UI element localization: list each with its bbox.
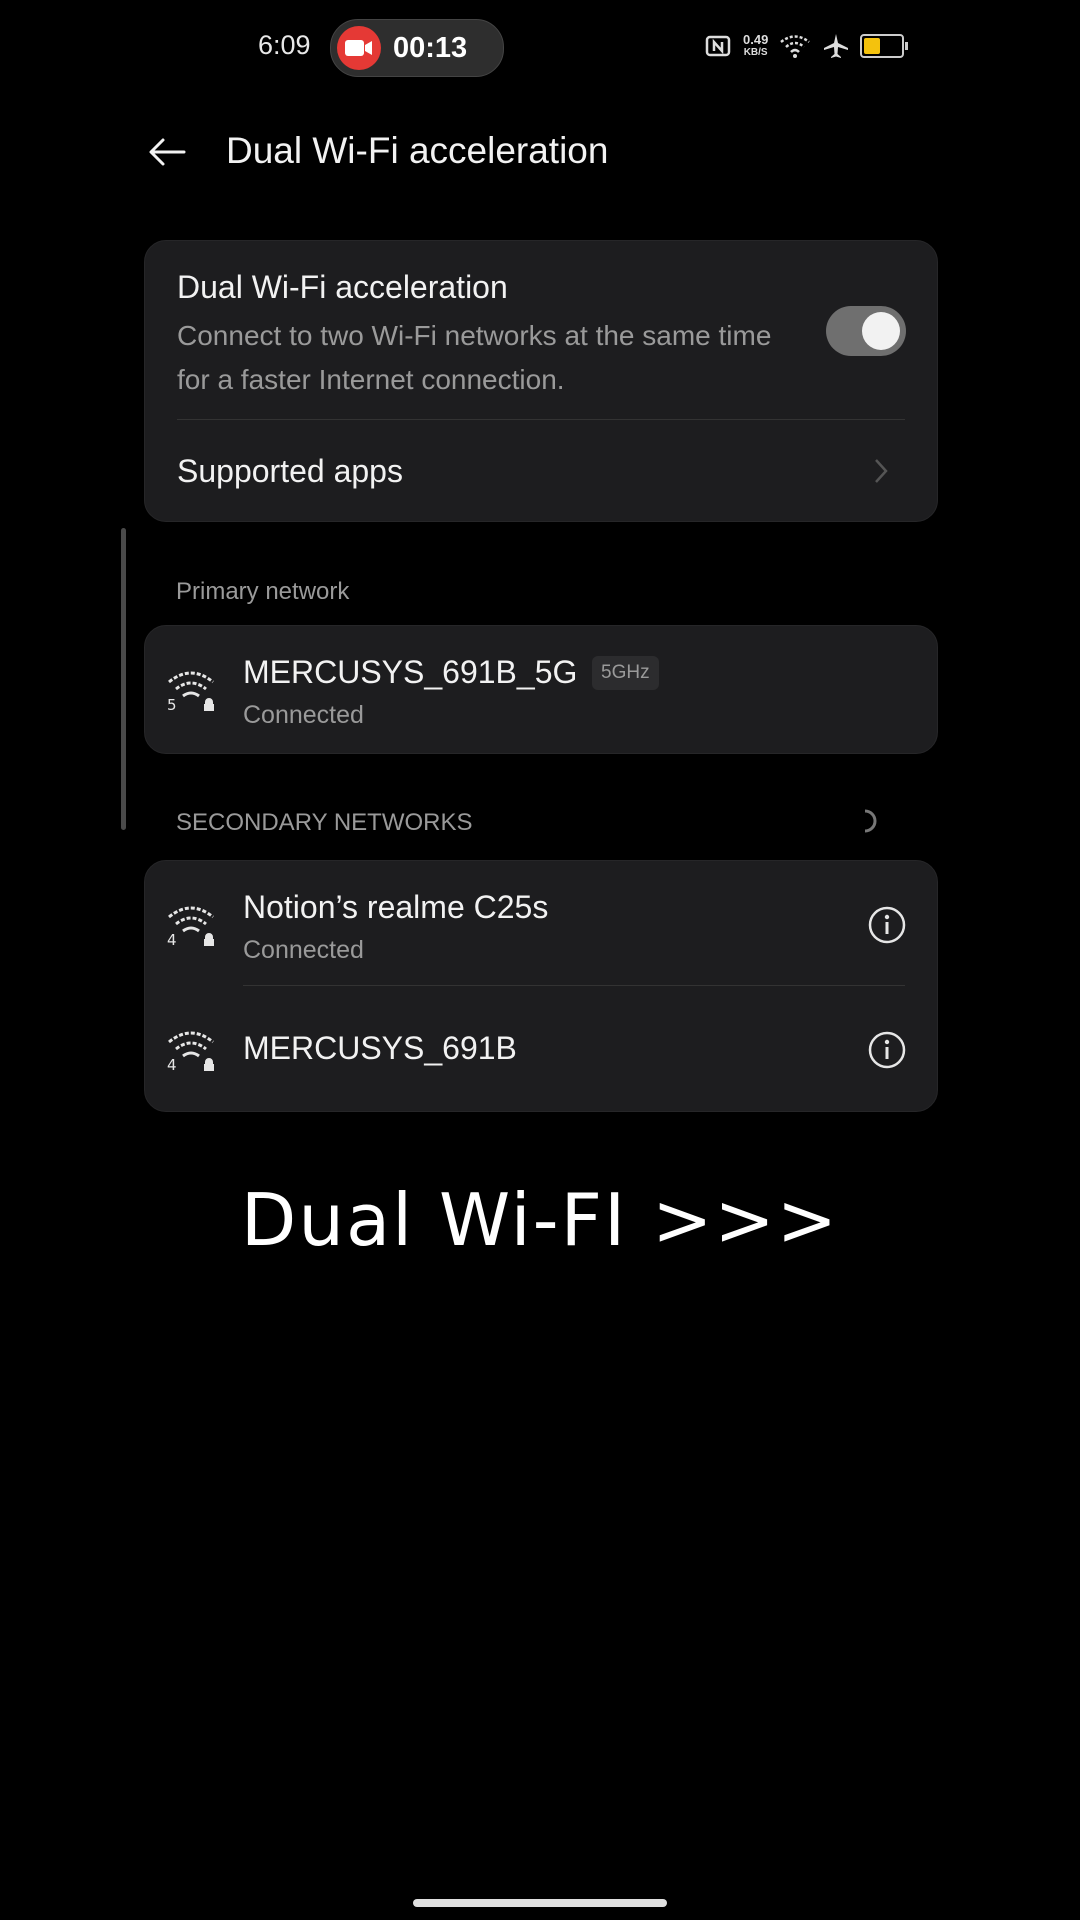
dual-wifi-title: Dual Wi-Fi acceleration: [177, 269, 508, 305]
network-name: Notion’s realme C25s: [243, 889, 549, 925]
status-time: 6:09: [258, 30, 311, 60]
wifi-standard-badge: 4: [167, 931, 177, 947]
wifi-icon: [780, 35, 811, 58]
battery-cap: [905, 42, 909, 50]
page-title: Dual Wi-Fi acceleration: [226, 130, 609, 171]
wifi-standard-badge: 4: [167, 1056, 177, 1072]
network-speed-unit: KB/S: [743, 47, 768, 58]
secondary-networks-card: 4 Notion’s realme C25s Connected 4 MERCU…: [144, 860, 938, 1112]
network-speed: 0.49 KB/S: [743, 33, 768, 59]
battery-level: [864, 38, 881, 54]
supported-apps-label: Supported apps: [177, 453, 403, 489]
home-indicator[interactable]: [413, 1899, 667, 1907]
dual-wifi-description: Connect to two Wi-Fi networks at the sam…: [177, 320, 772, 395]
wifi-signal-icon: 5: [167, 671, 214, 712]
nfc-icon: [705, 35, 731, 57]
recording-timer: 00:13: [393, 32, 468, 64]
scrollbar[interactable]: [121, 528, 126, 830]
chevron-right-icon: [875, 459, 888, 483]
screen-recording-pill[interactable]: 00:13: [330, 19, 504, 77]
video-caption-overlay: Dual Wi-FI >>>: [240, 1178, 840, 1262]
secondary-network-item[interactable]: 4 Notion’s realme C25s Connected: [145, 861, 937, 985]
status-icons: 0.49 KB/S: [705, 32, 909, 60]
info-icon[interactable]: [867, 1030, 907, 1070]
primary-network-status: Connected: [243, 701, 364, 729]
loading-spinner-icon: [864, 809, 877, 833]
wifi-signal-icon: 4: [167, 906, 214, 947]
airplane-icon: [824, 34, 849, 58]
network-status: Connected: [243, 936, 364, 964]
info-icon[interactable]: [867, 905, 907, 945]
back-arrow-icon[interactable]: [146, 130, 190, 174]
primary-network-name: MERCUSYS_691B_5G: [243, 654, 578, 690]
secondary-networks-label: SECONDARY NETWORKS: [176, 809, 473, 836]
network-speed-value: 0.49: [743, 32, 769, 47]
wifi-standard-badge: 5: [167, 696, 177, 712]
band-badge: 5GHz: [592, 656, 659, 690]
supported-apps-row[interactable]: Supported apps: [145, 420, 937, 521]
primary-network-item[interactable]: 5 MERCUSYS_691B_5G Connected: [144, 625, 938, 754]
secondary-network-item[interactable]: 4 MERCUSYS_691B: [145, 986, 937, 1111]
video-camera-icon: [345, 40, 372, 56]
wifi-signal-icon: 4: [167, 1031, 214, 1072]
battery-icon: [860, 34, 909, 58]
dual-wifi-settings-card: Dual Wi-Fi acceleration Connect to two W…: [144, 240, 938, 522]
primary-network-label: Primary network: [176, 578, 350, 605]
dual-wifi-toggle[interactable]: [826, 306, 906, 356]
network-name: MERCUSYS_691B: [243, 1030, 517, 1066]
toggle-knob: [862, 312, 900, 350]
